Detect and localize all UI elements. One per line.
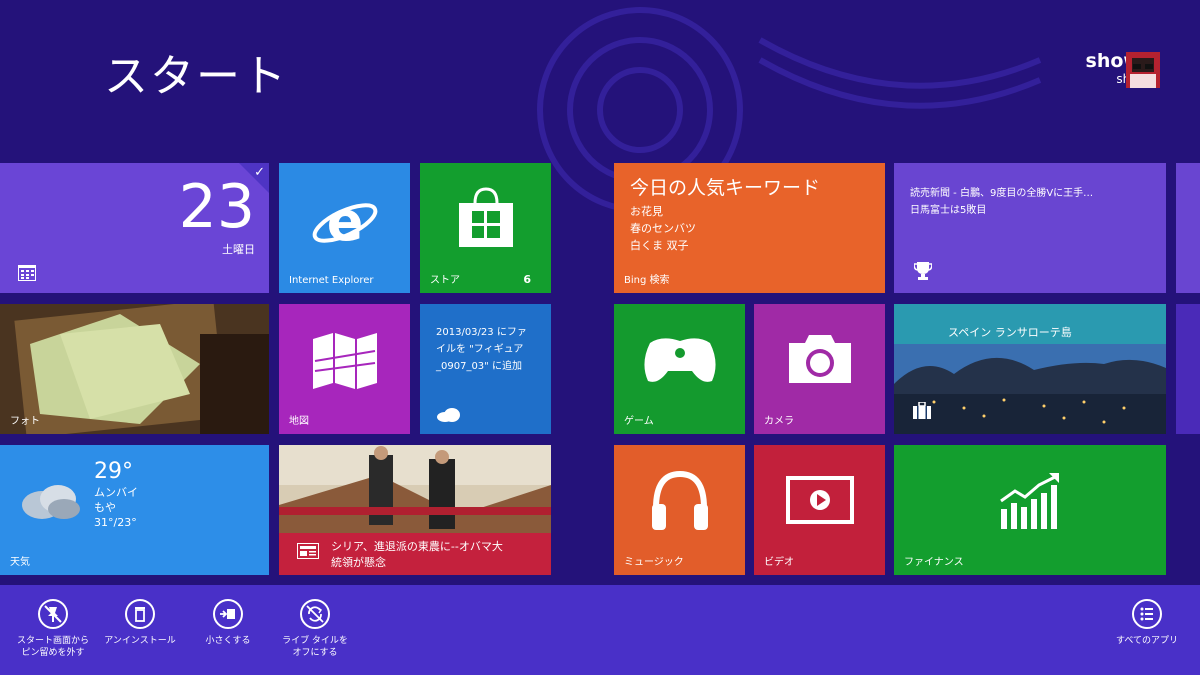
news-headline-line-1: シリア、進退派の東農に--オバマ大	[331, 540, 503, 553]
tile-photos-label: フォト	[10, 416, 40, 427]
app-bar: スタート画面から ピン留めを外す アンインストール 小さくする ライブ タイルを…	[0, 585, 1200, 675]
tile-internet-explorer[interactable]: e Internet Explorer	[279, 163, 410, 293]
live-tile-off-icon	[300, 599, 330, 629]
suitcase-icon	[913, 402, 931, 419]
avatar-image	[1126, 52, 1160, 88]
store-bag-icon	[458, 187, 513, 247]
svg-text:e: e	[326, 192, 363, 253]
calendar-weekday: 土曜日	[222, 243, 255, 256]
video-icon	[785, 475, 854, 524]
headphones-icon	[651, 470, 708, 530]
tile-photos[interactable]: フォト	[0, 304, 269, 434]
news-sports-line-1: 読売新聞 - 白鵬、9度目の全勝Vに王手…	[910, 188, 1094, 199]
live-tile-off-label-1: ライブ タイルを	[282, 636, 348, 646]
trash-icon	[125, 599, 155, 629]
tile-maps[interactable]: 地図	[279, 304, 410, 434]
tile-skydrive[interactable]: 2013/03/23 にファ イルを "フィギュア _0907_03" に追加	[420, 304, 551, 434]
tile-games-label: ゲーム	[624, 416, 654, 427]
photo-image	[0, 304, 269, 434]
finance-chart-icon	[1000, 472, 1059, 529]
calendar-day-number: 23	[178, 172, 255, 242]
tile-music[interactable]: ミュージック	[614, 445, 745, 575]
cloud-icon	[437, 408, 460, 422]
list-icon	[1132, 599, 1162, 629]
skydrive-line-2: イルを "フィギュア	[436, 344, 524, 355]
tile-bing[interactable]: 今日の人気キーワード お花見 春のセンバツ 白くま 双子 Bing 検索	[614, 163, 885, 293]
news-photo	[279, 445, 551, 533]
all-apps-label: すべてのアプリ	[1115, 636, 1178, 646]
avatar[interactable]	[1126, 52, 1160, 88]
tile-video[interactable]: ビデオ	[754, 445, 885, 575]
travel-caption: スペイン ランサローテ島	[948, 326, 1072, 339]
tile-store[interactable]: ストア 6	[420, 163, 551, 293]
tile-news[interactable]: シリア、進退派の東農に--オバマ大 統領が懸念	[279, 445, 551, 575]
internet-explorer-icon: e	[312, 192, 377, 253]
resize-button[interactable]: 小さくする	[183, 599, 273, 647]
tile-video-label: ビデオ	[764, 557, 794, 568]
maps-icon	[312, 333, 377, 390]
xbox-controller-icon	[643, 338, 716, 382]
bing-item-1: お花見	[630, 205, 663, 218]
bing-headline: 今日の人気キーワード	[630, 177, 821, 199]
unpin-label-1: スタート画面から	[16, 636, 89, 646]
camera-icon	[788, 334, 851, 383]
tile-camera-label: カメラ	[764, 416, 794, 427]
tile-weather[interactable]: 29° ムンバイ もや 31°/23° 天気	[0, 445, 269, 575]
resize-icon	[213, 599, 243, 629]
weather-range: 31°/23°	[94, 516, 137, 529]
tile-bing-label: Bing 検索	[624, 275, 670, 286]
weather-cloud-icon	[22, 485, 80, 519]
unpin-label-2: ピン留めを外す	[21, 648, 85, 658]
tile-camera[interactable]: カメラ	[754, 304, 885, 434]
tile-calendar[interactable]: ✓ 23 土曜日	[0, 163, 269, 293]
tile-partial-top[interactable]	[1176, 163, 1200, 293]
tile-games[interactable]: ゲーム	[614, 304, 745, 434]
tile-partial-mid[interactable]	[1176, 304, 1200, 434]
unpin-button[interactable]: スタート画面から ピン留めを外す	[8, 599, 98, 659]
calendar-icon	[18, 265, 36, 281]
weather-condition: もや	[94, 501, 116, 514]
tile-maps-label: 地図	[289, 416, 309, 427]
uninstall-button[interactable]: アンインストール	[95, 599, 185, 647]
tile-ie-label: Internet Explorer	[289, 275, 374, 286]
tile-news-sports[interactable]: 読売新聞 - 白鵬、9度目の全勝Vに王手… 日馬富士は5敗目	[894, 163, 1166, 293]
all-apps-button[interactable]: すべてのアプリ	[1102, 599, 1192, 647]
trophy-icon	[914, 262, 932, 280]
unpin-icon	[38, 599, 68, 629]
uninstall-label: アンインストール	[104, 636, 176, 646]
tile-music-label: ミュージック	[624, 557, 684, 568]
tile-store-label: ストア	[430, 275, 460, 286]
page-title: スタート	[104, 51, 288, 102]
live-tile-off-label-2: オフにする	[292, 648, 338, 658]
news-sports-line-2: 日馬富士は5敗目	[910, 205, 987, 216]
bing-item-2: 春のセンバツ	[630, 222, 696, 235]
weather-city: ムンバイ	[94, 486, 138, 499]
tile-finance[interactable]: ファイナンス	[894, 445, 1166, 575]
resize-label: 小さくする	[205, 636, 251, 646]
bing-item-3: 白くま 双子	[630, 239, 689, 252]
weather-temp: 29°	[94, 459, 133, 484]
check-icon: ✓	[254, 165, 265, 180]
store-update-count: 6	[523, 273, 531, 286]
tile-weather-label: 天気	[10, 557, 30, 568]
tile-finance-label: ファイナンス	[904, 557, 964, 568]
news-headline-line-2: 統領が懸念	[331, 556, 386, 569]
skydrive-line-3: _0907_03" に追加	[436, 361, 522, 372]
news-icon	[297, 543, 319, 559]
live-tile-off-button[interactable]: ライブ タイルを オフにする	[270, 599, 360, 659]
skydrive-line-1: 2013/03/23 にファ	[436, 327, 527, 338]
tile-travel[interactable]: スペイン ランサローテ島	[894, 304, 1166, 434]
